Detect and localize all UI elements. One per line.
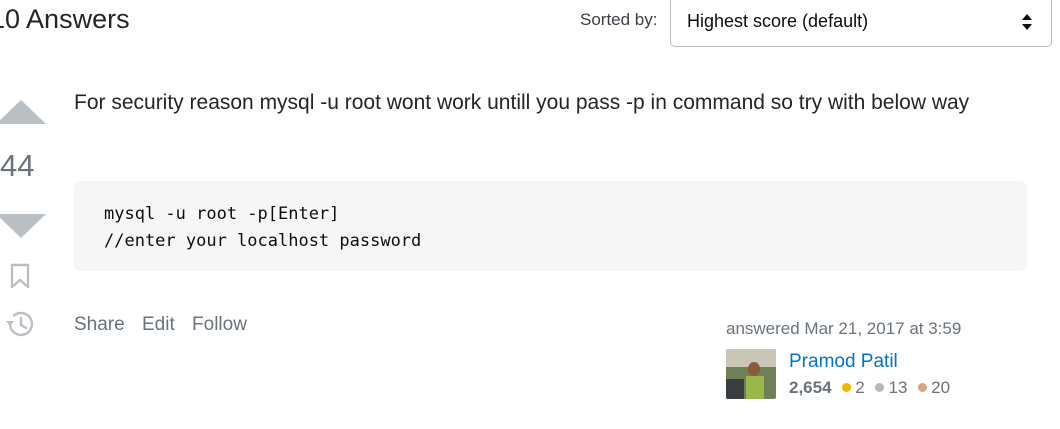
sort-select-value: Highest score (default) [687, 11, 869, 31]
code-line: mysql -u root -p[Enter] [104, 204, 340, 224]
share-link[interactable]: Share [74, 314, 125, 335]
follow-link[interactable]: Follow [192, 314, 247, 335]
downvote-button[interactable] [0, 214, 46, 238]
user-avatar[interactable] [726, 349, 776, 399]
gold-badge-count: 2 [855, 378, 865, 397]
silver-badge-count: 13 [888, 378, 908, 397]
answer-body: For security reason mysql -u root wont w… [74, 91, 970, 114]
silver-badge-icon [875, 383, 885, 392]
reputation-score: 2,654 [789, 378, 832, 397]
answers-count-heading: 10 Answers [0, 4, 130, 34]
gold-badge: 2 [842, 378, 865, 398]
code-block: mysql -u root -p[Enter] //enter your loc… [74, 181, 1027, 271]
bronze-badge-icon [918, 383, 928, 392]
user-reputation: 2,654 2 13 20 [789, 378, 956, 398]
user-name-link[interactable]: Pramod Patil [789, 351, 898, 373]
history-icon[interactable] [4, 308, 36, 340]
post-menu: Share Edit Follow [74, 314, 259, 336]
sort-select[interactable]: Highest score (default) [670, 0, 1052, 47]
edit-link[interactable]: Edit [142, 314, 175, 335]
bookmark-icon[interactable] [10, 263, 30, 289]
gold-badge-icon [842, 383, 852, 392]
select-caret-icon [1022, 14, 1032, 30]
vote-count: 44 [0, 148, 35, 183]
bronze-badge: 20 [918, 378, 950, 398]
silver-badge: 13 [875, 378, 907, 398]
answered-timestamp: answered Mar 21, 2017 at 3:59 [726, 319, 962, 338]
sorted-by-label: Sorted by: [580, 10, 658, 29]
upvote-button[interactable] [0, 100, 46, 124]
bronze-badge-count: 20 [931, 378, 951, 397]
code-line: //enter your localhost password [104, 231, 422, 251]
